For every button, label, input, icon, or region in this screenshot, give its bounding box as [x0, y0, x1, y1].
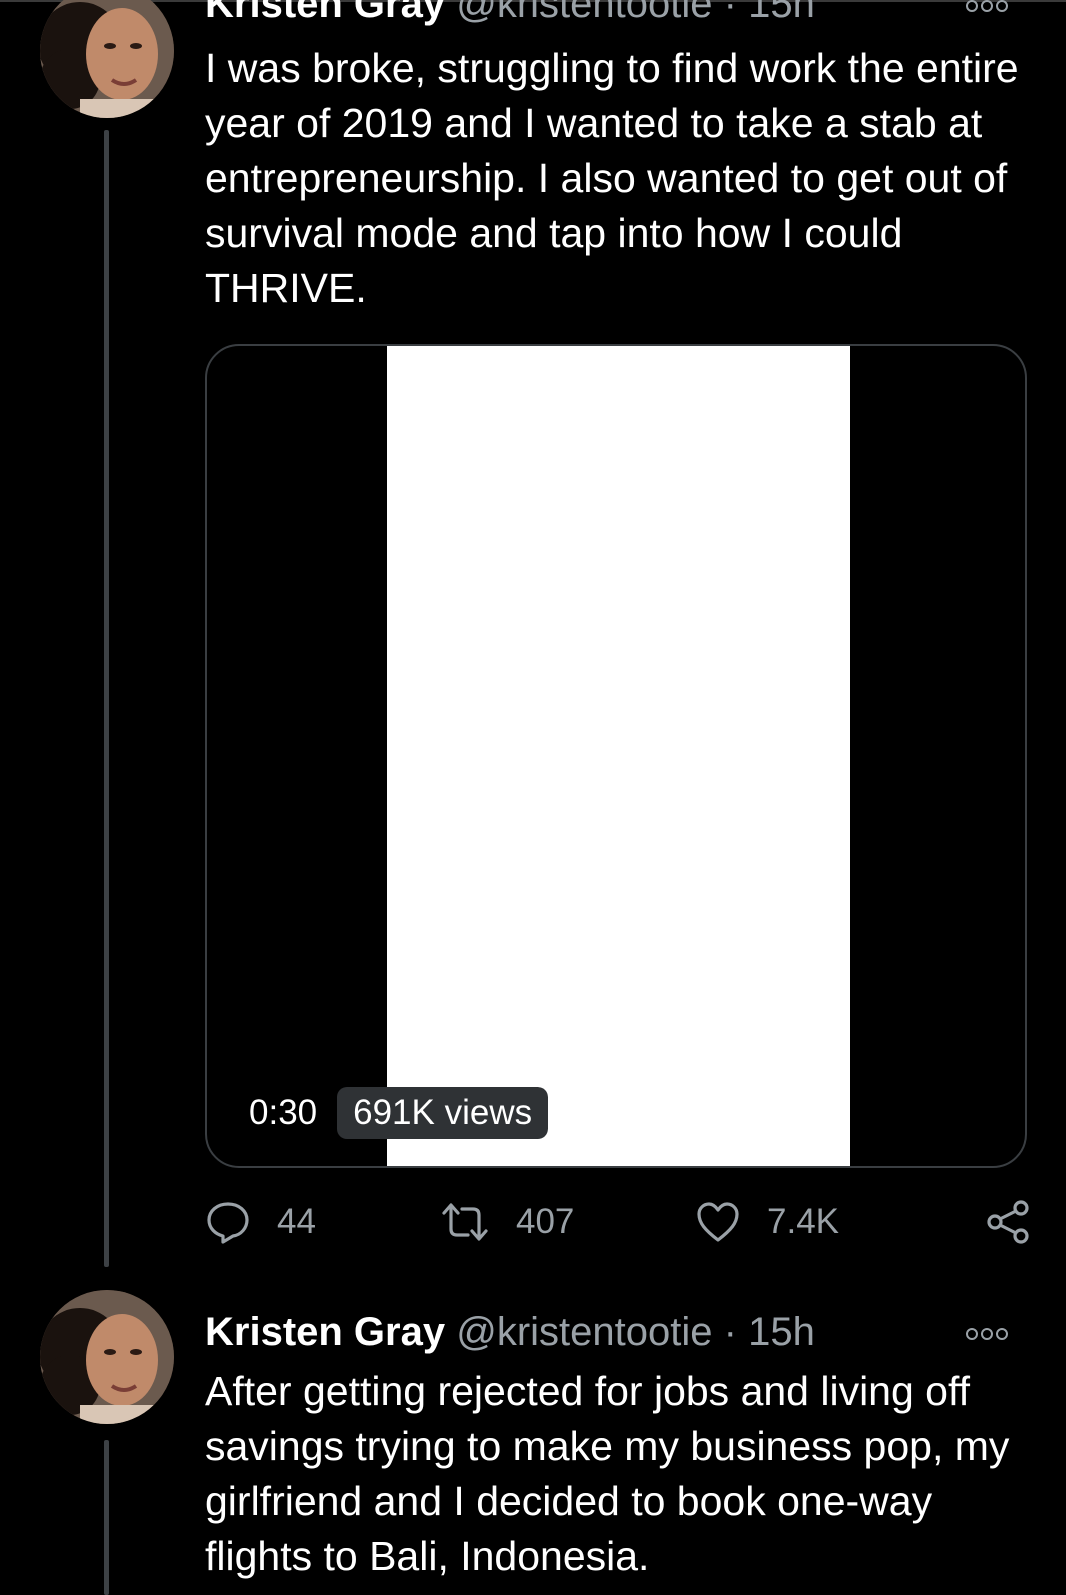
video-player[interactable]: 0:30 691K views — [205, 344, 1027, 1168]
timestamp[interactable]: 15h — [748, 1310, 815, 1354]
reply-count: 44 — [277, 1202, 316, 1241]
retweet-count: 407 — [516, 1202, 575, 1241]
display-name[interactable]: Kristen Gray — [205, 0, 445, 26]
avatar[interactable] — [40, 1290, 174, 1424]
like-count: 7.4K — [767, 1202, 839, 1241]
reply-button[interactable]: 44 — [205, 1197, 316, 1247]
share-icon — [987, 1200, 1029, 1244]
display-name[interactable]: Kristen Gray — [205, 1310, 445, 1354]
tweet-header: Kristen Gray @kristentootie · 15h — [205, 0, 815, 28]
header-separator: · — [723, 0, 737, 26]
tweet-text: I was broke, struggling to find work the… — [205, 45, 1019, 311]
retweet-icon — [442, 1203, 488, 1241]
timestamp[interactable]: 15h — [748, 0, 815, 26]
share-button[interactable] — [985, 1197, 1031, 1247]
video-thumbnail[interactable] — [387, 346, 850, 1166]
video-duration: 0:30 — [233, 1087, 338, 1139]
header-separator: · — [723, 1310, 737, 1354]
tweet-text: After getting rejected for jobs and livi… — [205, 1368, 1010, 1579]
reply-icon — [207, 1202, 249, 1244]
more-options-icon[interactable] — [966, 1328, 1008, 1340]
avatar[interactable] — [40, 0, 174, 118]
avatar-image — [40, 1290, 174, 1424]
username[interactable]: @kristentootie — [456, 0, 712, 26]
video-views: 691K views — [337, 1087, 549, 1139]
video-overlay: 0:30 691K views — [233, 1087, 549, 1139]
username[interactable]: @kristentootie — [456, 1310, 712, 1354]
thread-connector — [104, 130, 109, 1267]
thread-connector — [104, 1440, 109, 1595]
retweet-button[interactable]: 407 — [440, 1197, 574, 1247]
heart-icon — [697, 1202, 739, 1242]
avatar-image — [40, 0, 174, 118]
more-options-icon[interactable] — [966, 0, 1008, 12]
tweet-actions: 44 407 7.4K — [205, 1197, 1035, 1247]
like-button[interactable]: 7.4K — [695, 1197, 839, 1247]
tweet-header: Kristen Gray @kristentootie · 15h — [205, 1308, 815, 1356]
